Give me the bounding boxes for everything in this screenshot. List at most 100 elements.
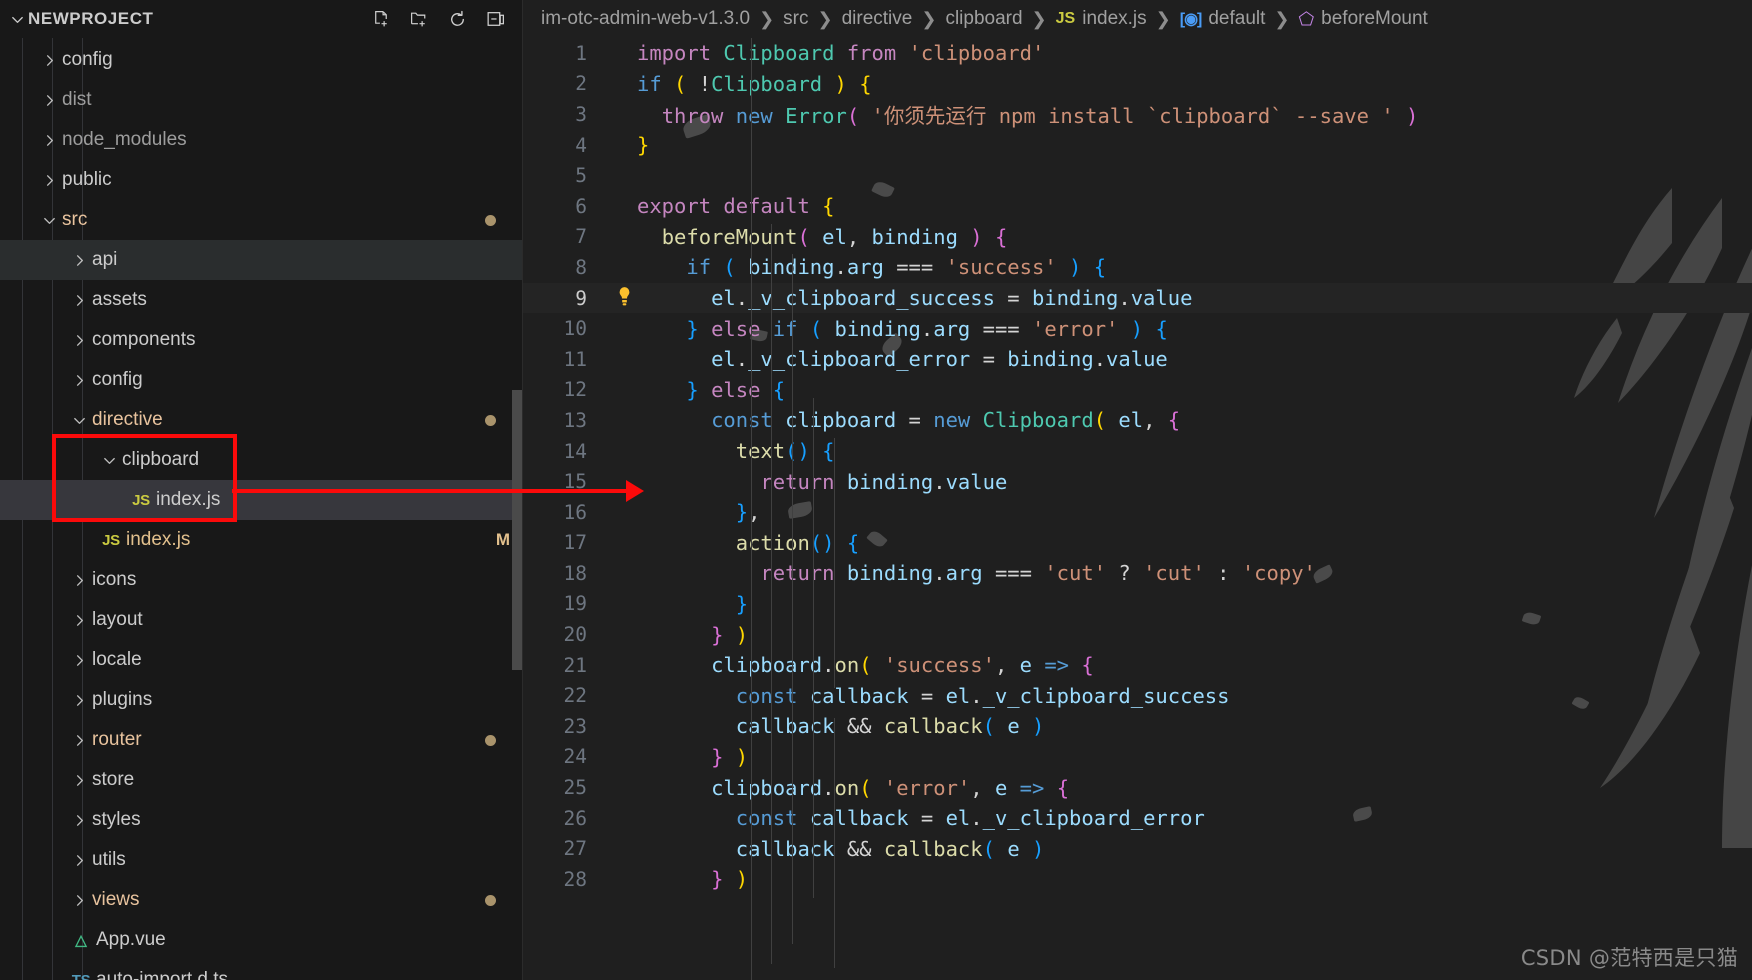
code-line-22[interactable]: 22 const callback = el._v_clipboard_succ… <box>523 680 1752 711</box>
file-tree[interactable]: configdistnode_modulespublicsrcapiassets… <box>0 38 522 980</box>
code-line-28[interactable]: 28 } ) <box>523 864 1752 895</box>
breadcrumb-item-default[interactable]: [◉]default <box>1180 8 1266 30</box>
tree-file-index-js[interactable]: JSindex.jsM <box>0 520 522 560</box>
code-line-17[interactable]: 17 action() { <box>523 528 1752 559</box>
editor-indent-guide <box>834 438 835 688</box>
code-line-27[interactable]: 27 callback && callback( e ) <box>523 833 1752 864</box>
line-number: 17 <box>523 531 611 554</box>
chevron-right-icon[interactable] <box>66 333 92 348</box>
tree-folder-icons[interactable]: icons <box>0 560 522 600</box>
tree-folder-styles[interactable]: styles <box>0 800 522 840</box>
tree-folder-public[interactable]: public <box>0 160 522 200</box>
code-line-8[interactable]: 8 if ( binding.arg === 'success' ) { <box>523 252 1752 283</box>
code-line-2[interactable]: 2if ( !Clipboard ) { <box>523 69 1752 100</box>
chevron-right-icon[interactable] <box>36 93 62 108</box>
tree-folder-utils[interactable]: utils <box>0 840 522 880</box>
code-line-24[interactable]: 24 } ) <box>523 742 1752 773</box>
chevron-right-icon[interactable] <box>36 173 62 188</box>
code-line-19[interactable]: 19 } <box>523 589 1752 620</box>
tree-folder-dist[interactable]: dist <box>0 80 522 120</box>
code-line-12[interactable]: 12 } else { <box>523 375 1752 406</box>
tree-item-label: icons <box>92 569 510 591</box>
code-line-16[interactable]: 16 }, <box>523 497 1752 528</box>
tree-folder-router[interactable]: router <box>0 720 522 760</box>
code-line-23[interactable]: 23 callback && callback( e ) <box>523 711 1752 742</box>
tree-folder-assets[interactable]: assets <box>0 280 522 320</box>
breadcrumb-item-im-otc-admin-web-v1-3-0[interactable]: im-otc-admin-web-v1.3.0 <box>541 8 750 30</box>
code-line-4[interactable]: 4} <box>523 130 1752 161</box>
code-line-3[interactable]: 3 throw new Error( '你须先运行 npm install `c… <box>523 99 1752 130</box>
code-line-14[interactable]: 14 text() { <box>523 436 1752 467</box>
chevron-right-icon[interactable] <box>66 693 92 708</box>
code-line-7[interactable]: 7 beforeMount( el, binding ) { <box>523 222 1752 253</box>
tree-folder-plugins[interactable]: plugins <box>0 680 522 720</box>
tree-folder-views[interactable]: views <box>0 880 522 920</box>
code-line-26[interactable]: 26 const callback = el._v_clipboard_erro… <box>523 803 1752 834</box>
new-folder-icon[interactable] <box>408 8 430 30</box>
breadcrumb[interactable]: im-otc-admin-web-v1.3.0❯src❯directive❯cl… <box>523 0 1752 38</box>
tree-file-auto-import-d-ts[interactable]: TSauto-import.d.ts <box>0 960 522 980</box>
tree-file-index-js[interactable]: JSindex.js <box>0 480 522 520</box>
code-line-15[interactable]: 15 return binding.value <box>523 466 1752 497</box>
tree-folder-locale[interactable]: locale <box>0 640 522 680</box>
chevron-right-icon[interactable] <box>36 53 62 68</box>
tree-folder-node_modules[interactable]: node_modules <box>0 120 522 160</box>
chevron-down-icon[interactable] <box>96 453 122 468</box>
breadcrumb-item-index-js[interactable]: JSindex.js <box>1056 8 1147 30</box>
explorer-header[interactable]: NEWPROJECT <box>0 0 522 38</box>
code-lines[interactable]: 1import Clipboard from 'clipboard'2if ( … <box>523 38 1752 895</box>
code-line-1[interactable]: 1import Clipboard from 'clipboard' <box>523 38 1752 69</box>
chevron-right-icon[interactable] <box>66 773 92 788</box>
chevron-right-icon[interactable] <box>66 813 92 828</box>
chevron-right-icon[interactable] <box>66 373 92 388</box>
chevron-right-icon[interactable] <box>66 893 92 908</box>
chevron-down-icon[interactable] <box>66 413 92 428</box>
code-line-5[interactable]: 5 <box>523 160 1752 191</box>
breadcrumb-item-directive[interactable]: directive <box>842 8 913 30</box>
code-line-10[interactable]: 10 } else if ( binding.arg === 'error' )… <box>523 313 1752 344</box>
tree-folder-components[interactable]: components <box>0 320 522 360</box>
code-text: return binding.value <box>637 470 1752 494</box>
chevron-right-icon[interactable] <box>66 253 92 268</box>
code-line-21[interactable]: 21 clipboard.on( 'success', e => { <box>523 650 1752 681</box>
watermark: CSDN @范特西是只猫 <box>1521 942 1738 972</box>
collapse-folders-icon[interactable] <box>484 8 506 30</box>
chevron-right-icon[interactable] <box>66 573 92 588</box>
chevron-down-icon[interactable] <box>36 213 62 228</box>
breadcrumb-separator-icon: ❯ <box>750 9 783 30</box>
code-editor[interactable]: 1import Clipboard from 'clipboard'2if ( … <box>523 38 1752 980</box>
refresh-icon[interactable] <box>446 8 468 30</box>
breadcrumb-label: src <box>783 8 808 30</box>
tree-folder-directive[interactable]: directive <box>0 400 522 440</box>
chevron-right-icon[interactable] <box>66 653 92 668</box>
chevron-right-icon[interactable] <box>66 853 92 868</box>
tree-folder-clipboard[interactable]: clipboard <box>0 440 522 480</box>
chevron-right-icon[interactable] <box>66 733 92 748</box>
code-line-25[interactable]: 25 clipboard.on( 'error', e => { <box>523 772 1752 803</box>
code-line-11[interactable]: 11 el._v_clipboard_error = binding.value <box>523 344 1752 375</box>
breadcrumb-item-src[interactable]: src <box>783 8 808 30</box>
tree-item-label: node_modules <box>62 129 510 151</box>
new-file-icon[interactable] <box>370 8 392 30</box>
breadcrumb-item-clipboard[interactable]: clipboard <box>945 8 1022 30</box>
tree-folder-api[interactable]: api <box>0 240 522 280</box>
tree-folder-config[interactable]: config <box>0 360 522 400</box>
code-line-13[interactable]: 13 const clipboard = new Clipboard( el, … <box>523 405 1752 436</box>
code-line-18[interactable]: 18 return binding.arg === 'cut' ? 'cut' … <box>523 558 1752 589</box>
chevron-down-icon[interactable] <box>6 12 28 27</box>
tree-folder-store[interactable]: store <box>0 760 522 800</box>
code-line-9[interactable]: 9 el._v_clipboard_success = binding.valu… <box>523 283 1752 314</box>
tree-folder-config[interactable]: config <box>0 40 522 80</box>
tree-folder-src[interactable]: src <box>0 200 522 240</box>
tree-folder-layout[interactable]: layout <box>0 600 522 640</box>
breadcrumb-label: clipboard <box>945 8 1022 30</box>
tree-file-App-vue[interactable]: △App.vue <box>0 920 522 960</box>
chevron-right-icon[interactable] <box>66 613 92 628</box>
code-line-6[interactable]: 6export default { <box>523 191 1752 222</box>
code-line-20[interactable]: 20 } ) <box>523 619 1752 650</box>
chevron-right-icon[interactable] <box>36 133 62 148</box>
breadcrumb-item-beforeMount[interactable]: ⬠beforeMount <box>1299 8 1428 30</box>
lightbulb-quickfix-icon[interactable] <box>611 286 637 311</box>
chevron-right-icon[interactable] <box>66 293 92 308</box>
line-number: 18 <box>523 562 611 585</box>
